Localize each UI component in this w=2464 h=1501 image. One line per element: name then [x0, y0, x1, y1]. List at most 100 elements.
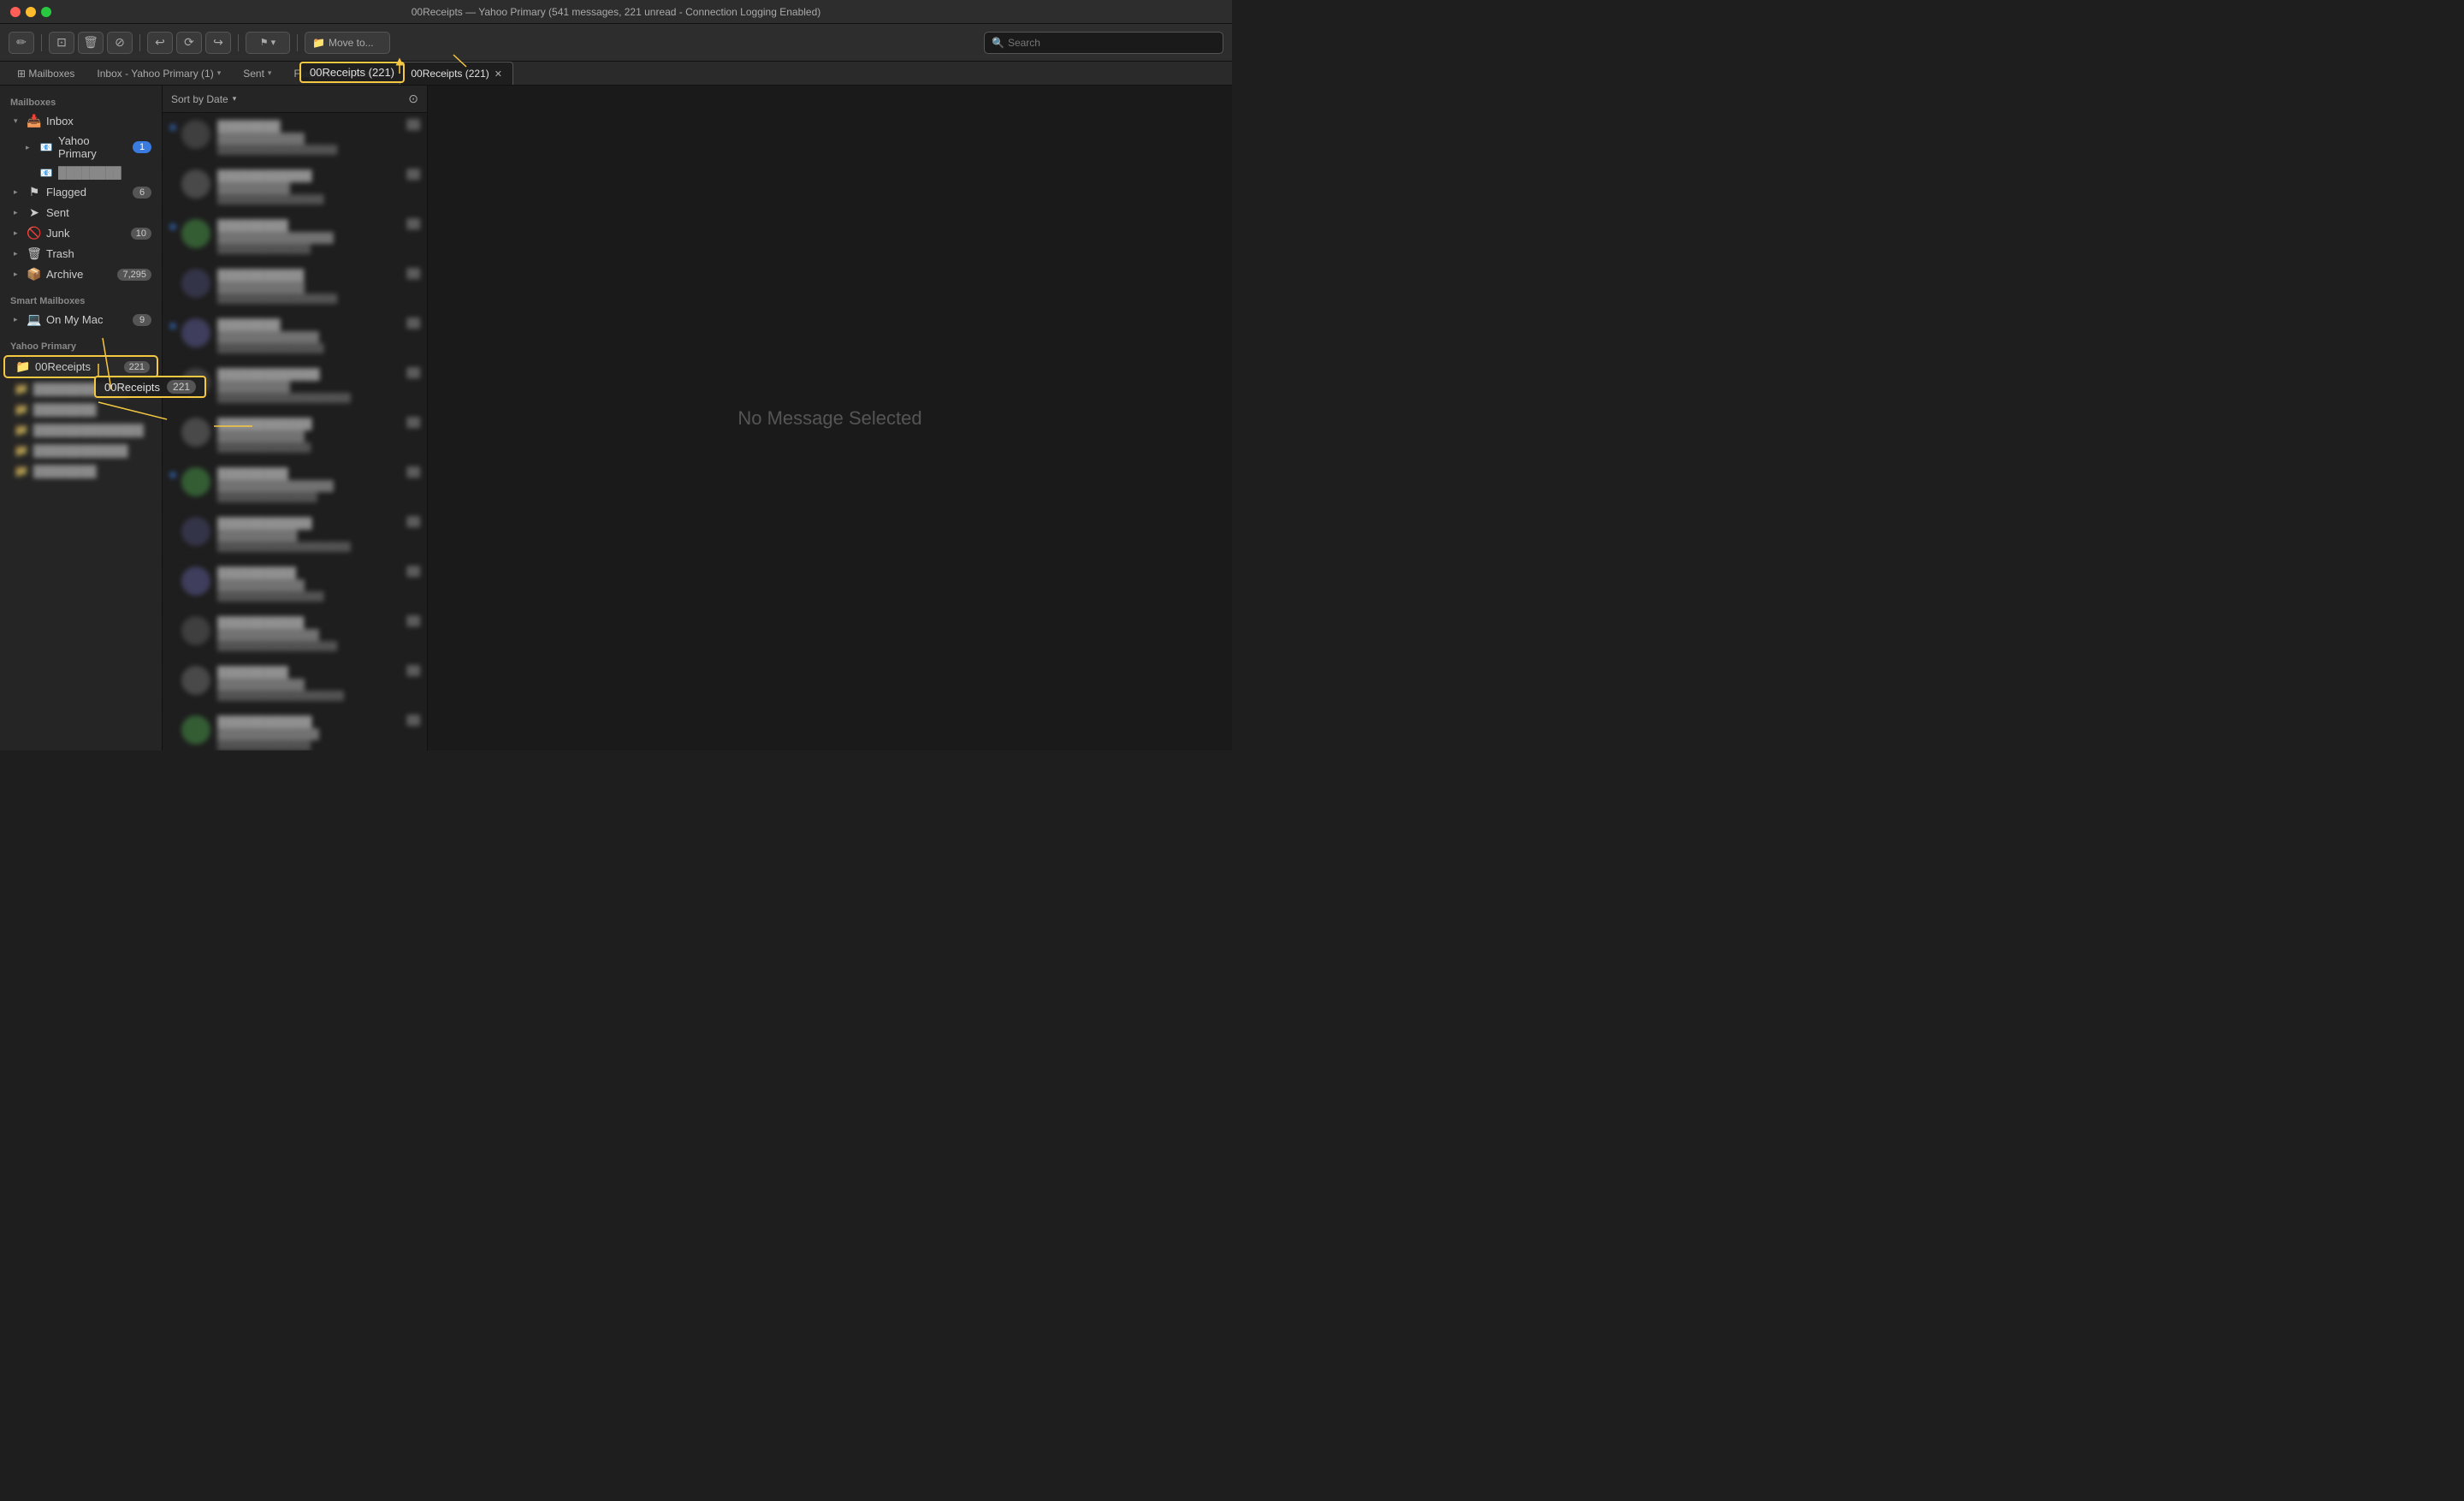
- redo-button[interactable]: ↪: [205, 32, 231, 54]
- tab-ooreceipts[interactable]: 00Receipts (221) ✕: [400, 62, 513, 85]
- search-input[interactable]: [1008, 37, 1216, 49]
- inbox-icon: 📥: [27, 114, 42, 128]
- unread-dot: [169, 472, 176, 478]
- tab-sent-chevron: ▾: [268, 68, 272, 78]
- undo-icon: ↩: [155, 35, 165, 50]
- tab-mailboxes[interactable]: ⊞ Mailboxes: [7, 62, 85, 85]
- message-info: █████████ ████████████████ █████████████…: [217, 467, 401, 502]
- message-date: ██: [406, 120, 420, 130]
- tab-sent[interactable]: Sent ▾: [233, 62, 281, 85]
- message-row[interactable]: █████████ ████████████████ █████████████…: [163, 460, 427, 510]
- flagged-arrow: ▸: [14, 187, 22, 197]
- move-to-button[interactable]: 📁 Move to...: [305, 32, 390, 54]
- traffic-lights: [10, 7, 51, 17]
- sidebar-flagged-badge: 6: [133, 187, 151, 199]
- message-sender: ██████████: [217, 567, 401, 579]
- archive-button[interactable]: ⊡: [49, 32, 74, 54]
- delete-button[interactable]: 🗑: [78, 32, 104, 54]
- tab-ooreceipts-close[interactable]: ✕: [495, 68, 502, 80]
- message-sender: █████████████: [217, 368, 401, 381]
- message-date: ██: [406, 219, 420, 229]
- message-sender: ████████████: [217, 418, 401, 430]
- message-date: ██: [406, 269, 420, 279]
- sidebar-item-yahoo-primary[interactable]: ▸ 📧 Yahoo Primary 1: [15, 132, 158, 163]
- message-sender: █████████: [217, 219, 401, 232]
- sidebar-ooreceipts-badge: 221: [124, 361, 150, 373]
- message-preview: ██████████████████: [217, 641, 401, 651]
- compose-button[interactable]: ✏: [9, 32, 34, 54]
- sidebar-item-junk[interactable]: ▸ 🚫 Junk 10: [3, 223, 158, 243]
- sidebar-item-extra-3[interactable]: 📁 ██████████████: [3, 420, 158, 440]
- undo-all-button[interactable]: ⟳: [176, 32, 202, 54]
- sidebar-item-ooreceipts[interactable]: 📁 00Receipts 221: [3, 355, 158, 378]
- message-sender: █████████: [217, 467, 401, 480]
- message-preview: ██████████████: [217, 740, 401, 750]
- search-box[interactable]: 🔍: [984, 32, 1223, 54]
- tab-inbox[interactable]: Inbox - Yahoo Primary (1) ▾: [86, 62, 231, 85]
- avatar: [181, 219, 210, 248]
- avatar: [181, 269, 210, 298]
- undo-button[interactable]: ↩: [147, 32, 173, 54]
- sidebar-item-sent[interactable]: ▸ ➤ Sent: [3, 203, 158, 222]
- message-preview: ████████████████: [217, 343, 401, 353]
- toolbar-separator-4: [297, 34, 298, 51]
- message-row[interactable]: ████████████ ██████████████ ████████████…: [163, 709, 427, 750]
- sidebar-item-archive[interactable]: ▸ 📦 Archive 7,295: [3, 264, 158, 284]
- message-preview: ██████████████: [217, 244, 401, 254]
- message-list-header: Sort by Date ▾ ⊙: [163, 86, 427, 113]
- tab-annotation: 00Receipts (221): [299, 62, 405, 83]
- sidebar-item-on-my-mac[interactable]: ▸ 💻 On My Mac 9: [3, 310, 158, 329]
- mailboxes-section-label: Mailboxes: [0, 92, 162, 110]
- sort-label[interactable]: Sort by Date: [171, 93, 228, 105]
- sidebar-annotation-label: 00Receipts: [104, 381, 160, 394]
- message-info: █████████ ████████████ █████████████████…: [217, 666, 401, 701]
- avatar: [181, 666, 210, 695]
- unread-dot: [169, 174, 176, 181]
- message-row[interactable]: █████████ ████████████ █████████████████…: [163, 659, 427, 709]
- message-subject: ████████████: [217, 282, 401, 294]
- close-button[interactable]: [10, 7, 21, 17]
- message-row[interactable]: █████████ ████████████████ █████████████…: [163, 212, 427, 262]
- message-info: ████████████ ██████████ ████████████████: [217, 169, 401, 205]
- message-row[interactable]: ██████████ ████████████ ████████████████…: [163, 560, 427, 609]
- toolbar-separator-2: [139, 34, 140, 51]
- sidebar-item-second-account[interactable]: 📧 ████████: [15, 163, 158, 181]
- filter-icon[interactable]: ⊙: [408, 92, 418, 106]
- trash-icon: 🗑: [27, 246, 42, 261]
- message-row[interactable]: ████████ ██████████████ ████████████████…: [163, 311, 427, 361]
- message-row[interactable]: ███████████ ████████████ ███████████████…: [163, 262, 427, 311]
- maximize-button[interactable]: [41, 7, 51, 17]
- flag-button[interactable]: ⚑ ▾: [246, 32, 290, 54]
- sidebar-item-trash[interactable]: ▸ 🗑 Trash: [3, 244, 158, 264]
- minimize-button[interactable]: [26, 7, 36, 17]
- message-row[interactable]: ████████████ ████████████ ██████████████…: [163, 411, 427, 460]
- message-date: ██: [406, 517, 420, 527]
- redo-icon: ↪: [213, 35, 223, 50]
- message-subject: ████████████: [217, 679, 401, 691]
- message-date: ██: [406, 467, 420, 478]
- sidebar-item-extra-5[interactable]: 📁 ████████: [3, 461, 158, 481]
- message-date: ██: [406, 567, 420, 577]
- tab-mailboxes-label: ⊞ Mailboxes: [17, 68, 74, 80]
- message-preview: ████████████████████: [217, 542, 401, 552]
- main-layout: Mailboxes ▾ 📥 Inbox ▸ 📧 Yahoo Primary 1 …: [0, 86, 1232, 750]
- sidebar-item-inbox[interactable]: ▾ 📥 Inbox: [3, 111, 158, 131]
- message-row[interactable]: ████████████ ██████████ ████████████████…: [163, 163, 427, 212]
- message-row[interactable]: ████████ ████████████ ██████████████████…: [163, 113, 427, 163]
- unread-dot: [169, 571, 176, 578]
- sidebar-item-extra-4[interactable]: 📁 ████████████: [3, 441, 158, 460]
- unread-dot: [169, 720, 176, 727]
- smart-mailboxes-section-label: Smart Mailboxes: [0, 291, 162, 309]
- message-preview: ██████████████████: [217, 294, 401, 304]
- flag-chevron: ▾: [271, 37, 276, 48]
- message-info: ███████████ ██████████████ █████████████…: [217, 616, 401, 651]
- junk-button[interactable]: ⊘: [107, 32, 133, 54]
- sidebar-item-extra-2[interactable]: 📁 ████████: [3, 400, 158, 419]
- unread-dot: [169, 620, 176, 627]
- message-row[interactable]: ████████████ ███████████ ███████████████…: [163, 510, 427, 560]
- message-row[interactable]: ███████████ ██████████████ █████████████…: [163, 609, 427, 659]
- message-info: ████████████ ████████████ ██████████████: [217, 418, 401, 453]
- message-sender: ████████: [217, 318, 401, 331]
- sidebar-item-flagged[interactable]: ▸ ⚑ Flagged 6: [3, 182, 158, 202]
- yahoo-primary-icon: 📧: [38, 141, 54, 153]
